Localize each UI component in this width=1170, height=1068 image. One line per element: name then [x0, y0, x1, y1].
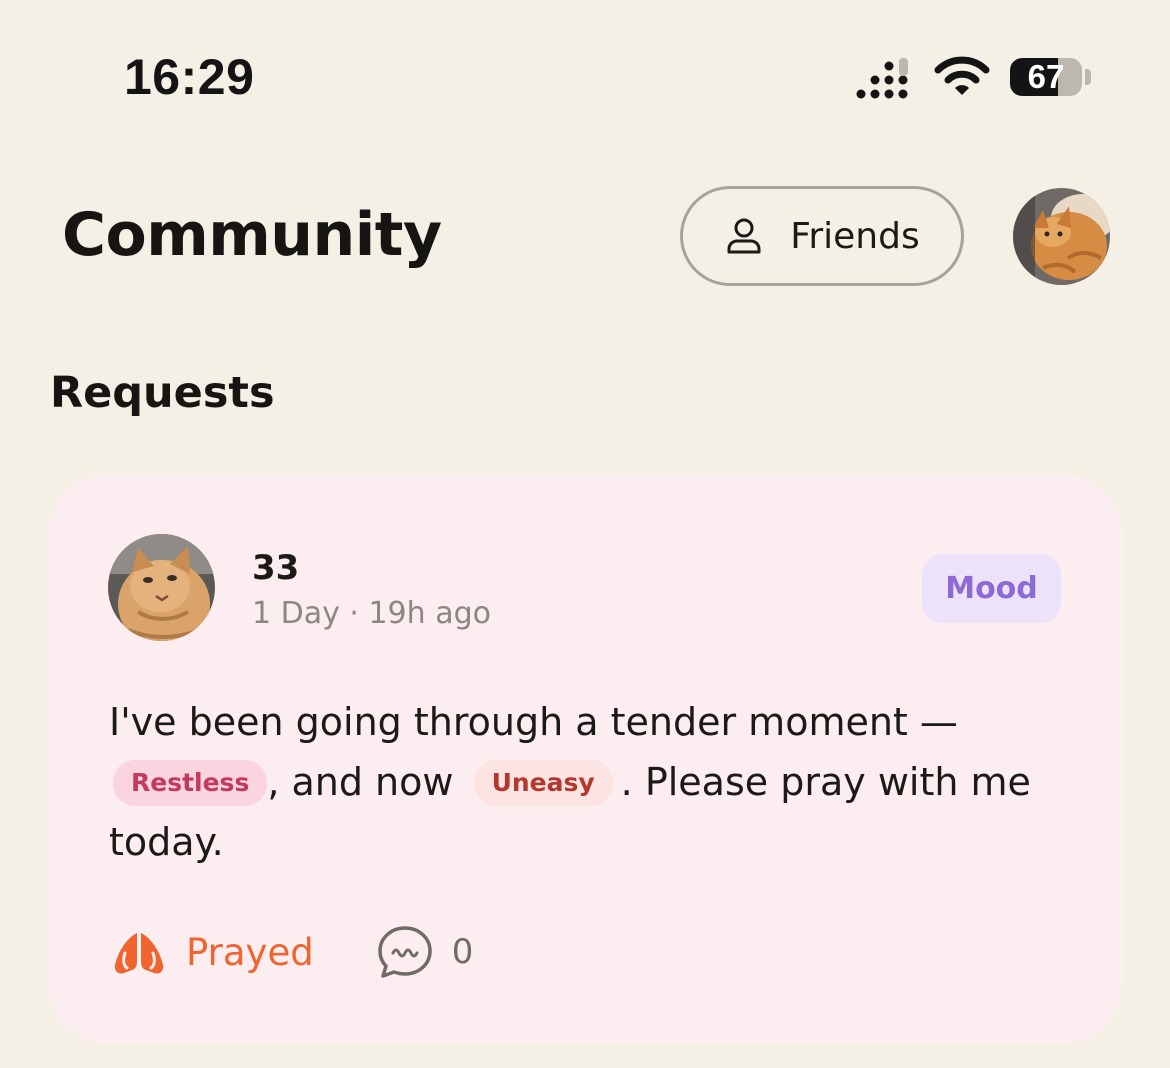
request-card[interactable]: 33 1 Day · 19h ago Mood I've been going …	[48, 474, 1122, 1044]
page-title: Community	[62, 200, 442, 270]
section-title-requests: Requests	[50, 368, 275, 418]
cellular-signal-icon	[856, 58, 908, 99]
cat-photo	[108, 534, 215, 641]
comment-button[interactable]: 0	[376, 923, 474, 981]
friends-button[interactable]: Friends	[680, 186, 964, 286]
person-icon	[727, 218, 761, 254]
comment-bubble-icon	[377, 926, 432, 978]
post-actions: Prayed 0	[110, 922, 473, 982]
post-text-start: I've been going through a tender moment …	[109, 700, 958, 744]
author-name: 33	[252, 548, 300, 588]
category-badge: Mood	[922, 554, 1061, 623]
cat-photo	[1013, 188, 1110, 285]
prayed-button[interactable]: Prayed	[110, 923, 314, 981]
mood-tag-restless: Restless	[113, 760, 268, 806]
battery-percent: 67	[1027, 58, 1065, 95]
friends-button-label: Friends	[790, 215, 920, 257]
mood-tag-uneasy: Uneasy	[473, 760, 613, 806]
battery-icon: 67	[1010, 58, 1082, 96]
praying-hands-icon	[114, 933, 164, 974]
profile-avatar[interactable]	[1013, 188, 1110, 285]
status-time: 16:29	[124, 49, 255, 105]
wifi-icon	[934, 56, 990, 95]
prayed-label: Prayed	[186, 930, 314, 974]
post-text-middle: , and now	[267, 760, 466, 804]
battery-cap	[1085, 69, 1091, 85]
post-timestamp: 1 Day · 19h ago	[252, 596, 491, 631]
post-text: I've been going through a tender moment …	[109, 692, 1079, 872]
author-avatar[interactable]	[108, 534, 215, 641]
comment-count: 0	[451, 932, 474, 972]
